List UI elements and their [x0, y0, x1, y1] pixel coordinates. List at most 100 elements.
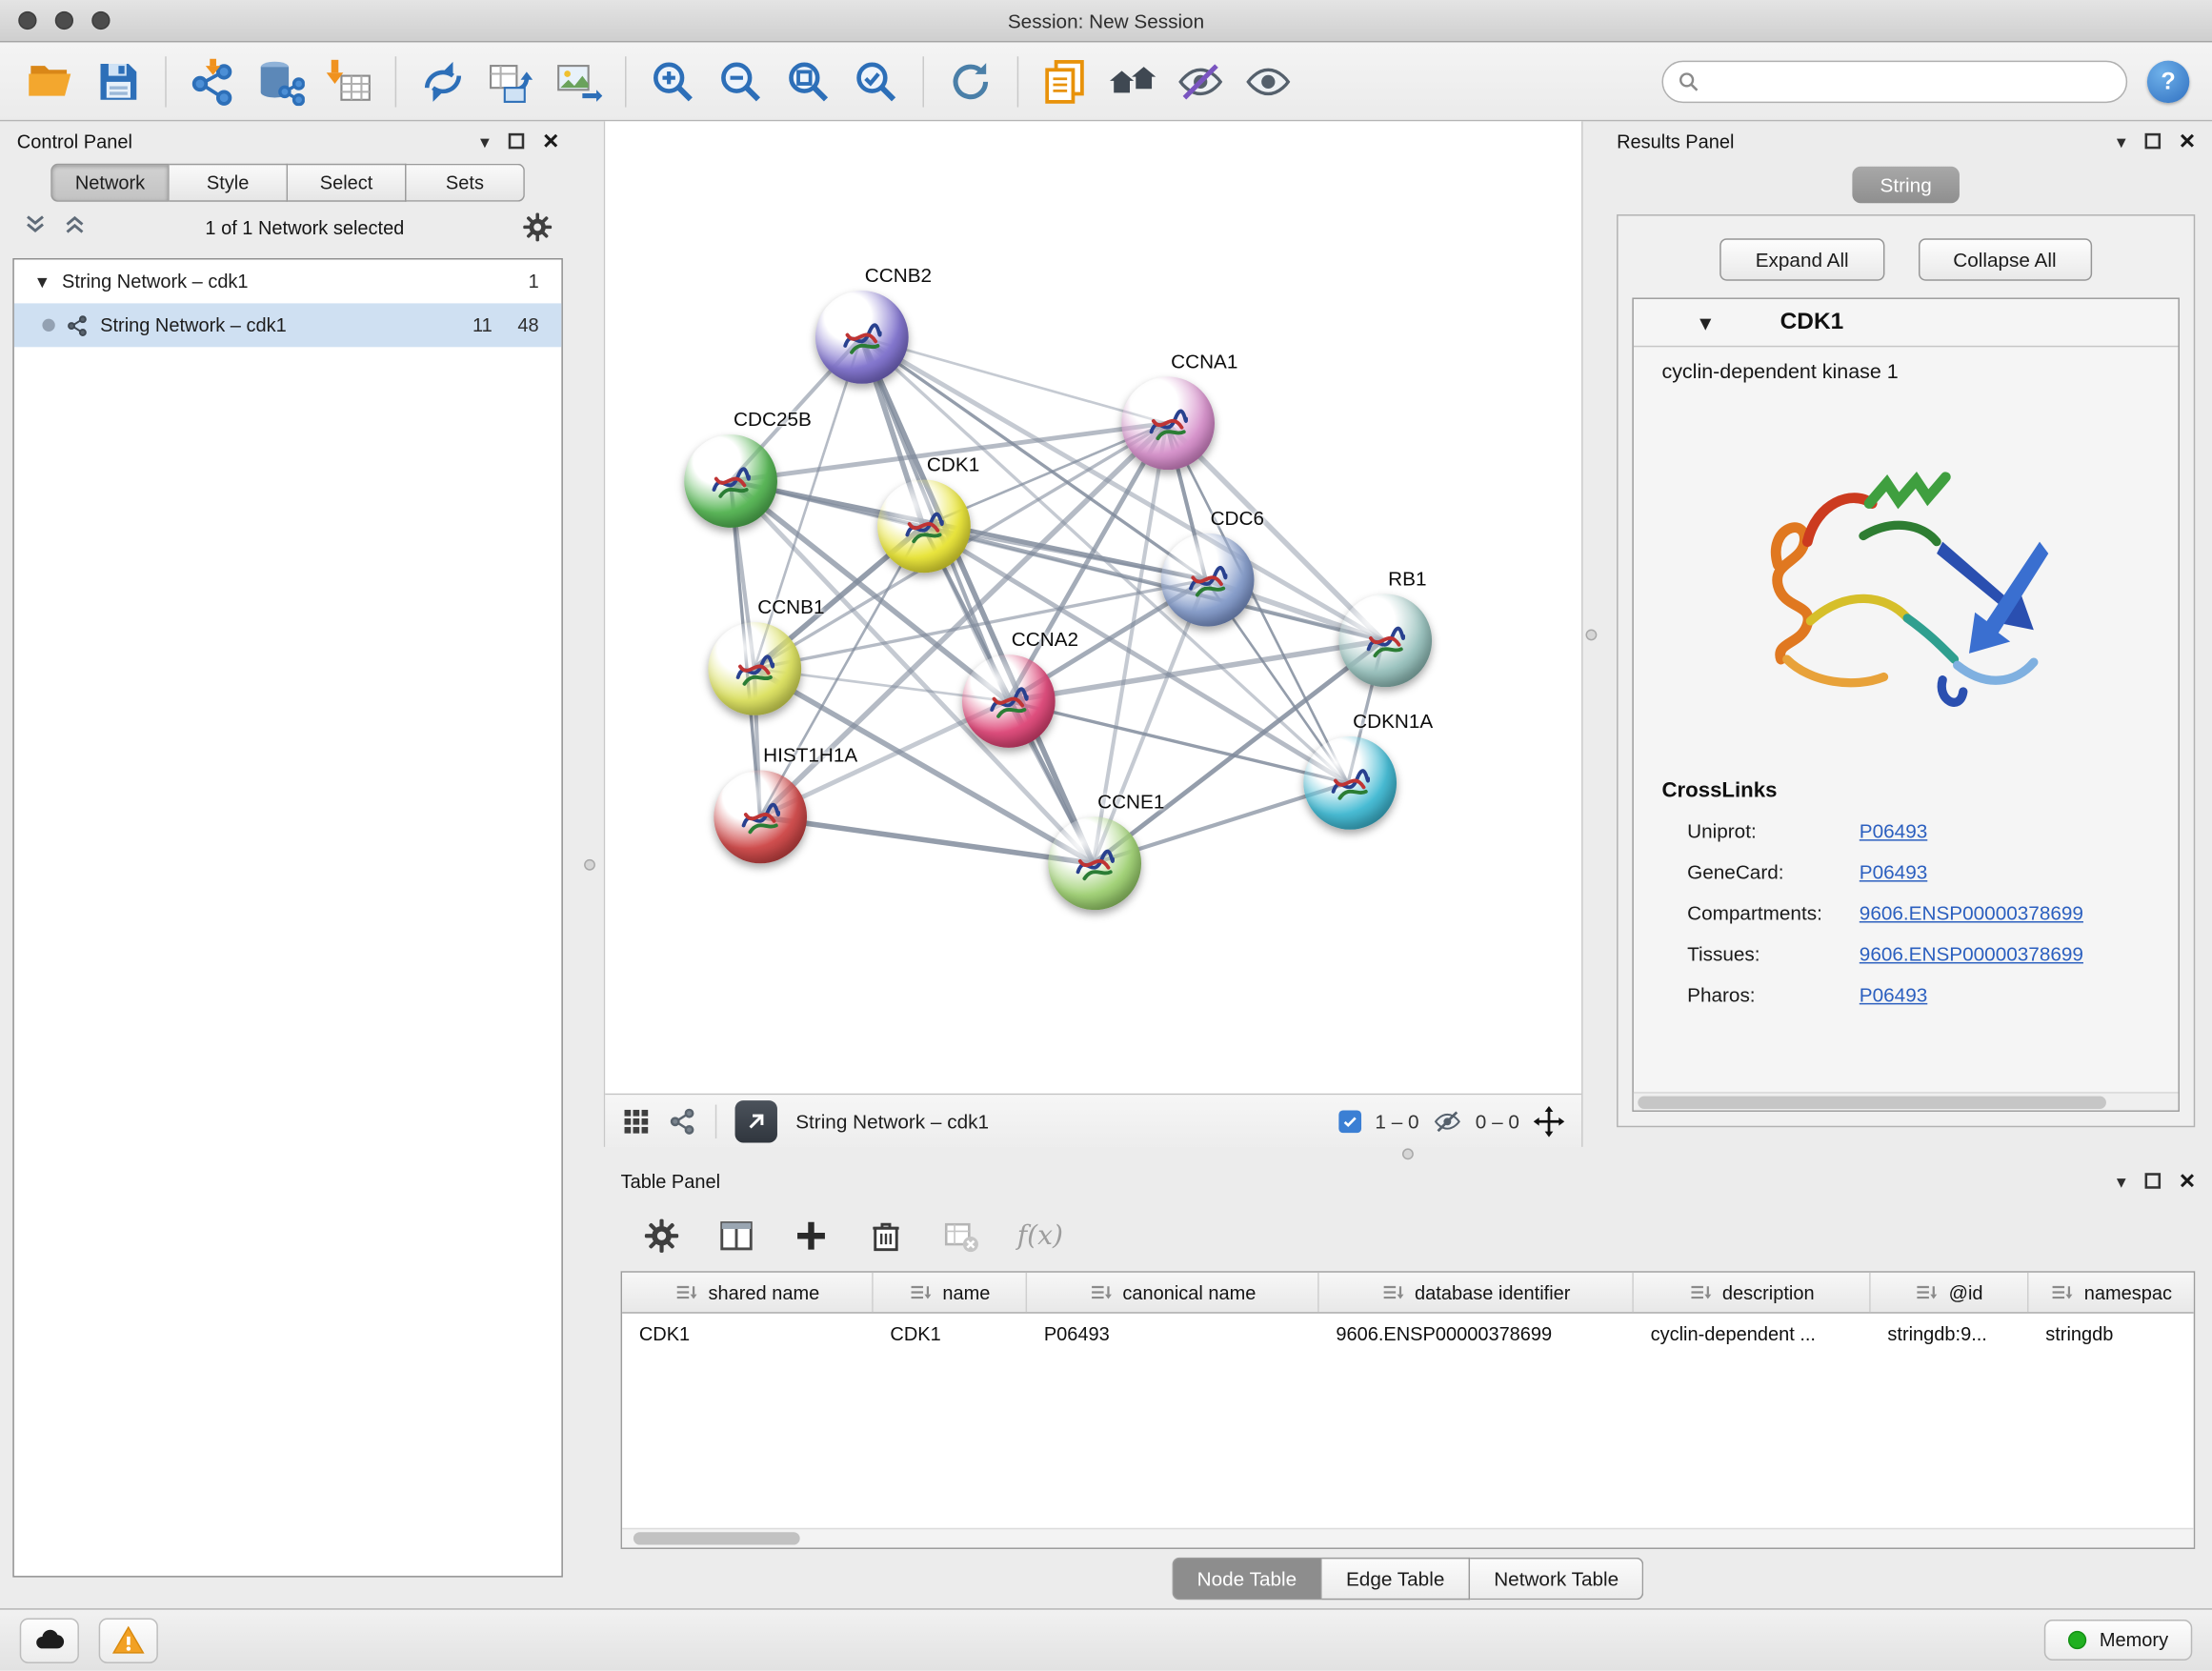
- collapse-all-button[interactable]: Collapse All: [1918, 238, 2091, 280]
- column-header-name[interactable]: name: [874, 1273, 1027, 1312]
- tab-style[interactable]: Style: [170, 164, 288, 202]
- close-window-button[interactable]: [18, 11, 36, 30]
- table-cell[interactable]: 9606.ENSP00000378699: [1319, 1314, 1634, 1355]
- copy-document-icon[interactable]: [1032, 49, 1099, 113]
- table-cell[interactable]: CDK1: [622, 1314, 874, 1355]
- crosslink-value[interactable]: P06493: [1860, 983, 2167, 1006]
- table-cell[interactable]: stringdb:9...: [1871, 1314, 2029, 1355]
- close-panel-icon[interactable]: ×: [543, 128, 558, 154]
- splitter-handle[interactable]: [584, 859, 595, 871]
- scrollbar-thumb[interactable]: [633, 1533, 800, 1545]
- delete-table-icon-disabled[interactable]: [942, 1218, 979, 1255]
- network-node-ccne1[interactable]: [1048, 816, 1141, 910]
- memory-button[interactable]: Memory: [2044, 1621, 2192, 1661]
- hide-selected-icon[interactable]: [1167, 49, 1235, 113]
- panel-menu-icon[interactable]: ▾: [480, 131, 490, 150]
- scrollbar-thumb[interactable]: [1638, 1097, 2106, 1109]
- table-cell[interactable]: stringdb: [2028, 1314, 2195, 1355]
- save-session-icon[interactable]: [85, 49, 152, 113]
- column-header--id[interactable]: @id: [1871, 1273, 2029, 1312]
- tab-edge-table[interactable]: Edge Table: [1322, 1558, 1470, 1600]
- home-icon[interactable]: [1099, 49, 1167, 113]
- float-panel-icon[interactable]: [508, 132, 525, 150]
- clone-network-icon[interactable]: [477, 49, 545, 113]
- crosslink-value[interactable]: P06493: [1860, 860, 2167, 883]
- expand-all-icon[interactable]: [62, 211, 88, 243]
- birds-eye-view-icon[interactable]: [622, 1107, 651, 1136]
- warning-icon[interactable]: [99, 1618, 158, 1662]
- new-network-from-selection-icon[interactable]: [409, 49, 476, 113]
- column-header-namespac[interactable]: namespac: [2028, 1273, 2195, 1312]
- tab-network-table[interactable]: Network Table: [1470, 1558, 1644, 1600]
- float-panel-icon[interactable]: [2144, 132, 2162, 150]
- crosslink-value[interactable]: 9606.ENSP00000378699: [1860, 942, 2167, 965]
- add-column-icon[interactable]: [793, 1218, 830, 1255]
- crosslink-value[interactable]: 9606.ENSP00000378699: [1860, 901, 2167, 924]
- column-header-shared-name[interactable]: shared name: [622, 1273, 874, 1312]
- network-node-cdkn1a[interactable]: [1303, 736, 1397, 830]
- splitter[interactable]: [575, 121, 604, 1608]
- import-table-icon[interactable]: [314, 49, 382, 113]
- collapse-all-icon[interactable]: [23, 211, 49, 243]
- close-panel-icon[interactable]: ×: [2180, 1167, 2195, 1194]
- network-node-ccna2[interactable]: [962, 654, 1056, 748]
- tab-node-table[interactable]: Node Table: [1172, 1558, 1322, 1600]
- network-canvas[interactable]: CCNB2CCNA1CDC25BCDK1CDC6RB1CCNB1CCNA2CDK…: [605, 121, 1581, 1093]
- import-network-database-icon[interactable]: [247, 49, 314, 113]
- network-node-hist1h1a[interactable]: [714, 771, 807, 864]
- open-session-icon[interactable]: [17, 49, 85, 113]
- show-all-icon[interactable]: [1235, 49, 1302, 113]
- card-horizontal-scrollbar[interactable]: [1634, 1092, 2179, 1110]
- collapse-section-icon[interactable]: ▼: [1696, 312, 1716, 334]
- function-builder-icon[interactable]: f(x): [1017, 1220, 1063, 1252]
- delete-column-icon[interactable]: [868, 1218, 905, 1255]
- gear-icon[interactable]: [522, 211, 553, 243]
- network-node-cdc6[interactable]: [1161, 534, 1255, 627]
- network-collection-row[interactable]: ▼ String Network – cdk1 1: [14, 259, 562, 303]
- cloud-status-icon[interactable]: [20, 1618, 79, 1662]
- export-image-icon[interactable]: [545, 49, 613, 113]
- zoom-selected-icon[interactable]: [842, 49, 910, 113]
- network-node-ccnb1[interactable]: [708, 622, 801, 715]
- zoom-out-icon[interactable]: [707, 49, 774, 113]
- table-horizontal-scrollbar[interactable]: [622, 1528, 2194, 1548]
- show-columns-icon[interactable]: [718, 1218, 755, 1255]
- zoom-fit-icon[interactable]: [774, 49, 842, 113]
- tree-expand-icon[interactable]: ▼: [34, 272, 51, 292]
- tab-network[interactable]: Network: [50, 164, 169, 202]
- splitter-handle[interactable]: [1402, 1148, 1414, 1159]
- expand-all-button[interactable]: Expand All: [1720, 238, 1884, 280]
- network-node-rb1[interactable]: [1338, 594, 1432, 687]
- splitter-handle[interactable]: [1585, 629, 1597, 640]
- open-in-window-icon[interactable]: [735, 1099, 777, 1141]
- tab-sets[interactable]: Sets: [406, 164, 524, 202]
- panel-menu-icon[interactable]: ▾: [2117, 1172, 2126, 1190]
- search-input[interactable]: [1708, 70, 2112, 91]
- zoom-in-icon[interactable]: [639, 49, 707, 113]
- network-node-ccna1[interactable]: [1121, 376, 1215, 470]
- column-header-database-identifier[interactable]: database identifier: [1319, 1273, 1634, 1312]
- table-settings-gear-icon[interactable]: [643, 1218, 680, 1255]
- table-cell[interactable]: cyclin-dependent ...: [1634, 1314, 1871, 1355]
- network-row[interactable]: String Network – cdk1 11 48: [14, 303, 562, 347]
- close-panel-icon[interactable]: ×: [2180, 128, 2195, 154]
- table-row[interactable]: CDK1CDK1P064939606.ENSP00000378699cyclin…: [622, 1314, 2194, 1355]
- network-share-icon[interactable]: [669, 1107, 697, 1136]
- help-icon[interactable]: ?: [2147, 60, 2189, 102]
- minimize-window-button[interactable]: [55, 11, 73, 30]
- crosslink-value[interactable]: P06493: [1860, 819, 2167, 842]
- network-node-cdc25b[interactable]: [684, 434, 777, 528]
- import-network-file-icon[interactable]: [179, 49, 247, 113]
- table-cell[interactable]: P06493: [1027, 1314, 1319, 1355]
- network-node-cdk1[interactable]: [877, 479, 971, 573]
- panel-menu-icon[interactable]: ▾: [2117, 131, 2126, 150]
- refresh-layout-icon[interactable]: [936, 49, 1004, 113]
- pan-move-icon[interactable]: [1534, 1105, 1565, 1137]
- column-header-description[interactable]: description: [1634, 1273, 1871, 1312]
- string-tab-badge[interactable]: String: [1852, 167, 1960, 204]
- splitter[interactable]: [604, 1147, 2212, 1161]
- table-cell[interactable]: CDK1: [874, 1314, 1027, 1355]
- splitter[interactable]: [1583, 121, 1600, 1147]
- zoom-window-button[interactable]: [91, 11, 110, 30]
- column-header-canonical-name[interactable]: canonical name: [1027, 1273, 1319, 1312]
